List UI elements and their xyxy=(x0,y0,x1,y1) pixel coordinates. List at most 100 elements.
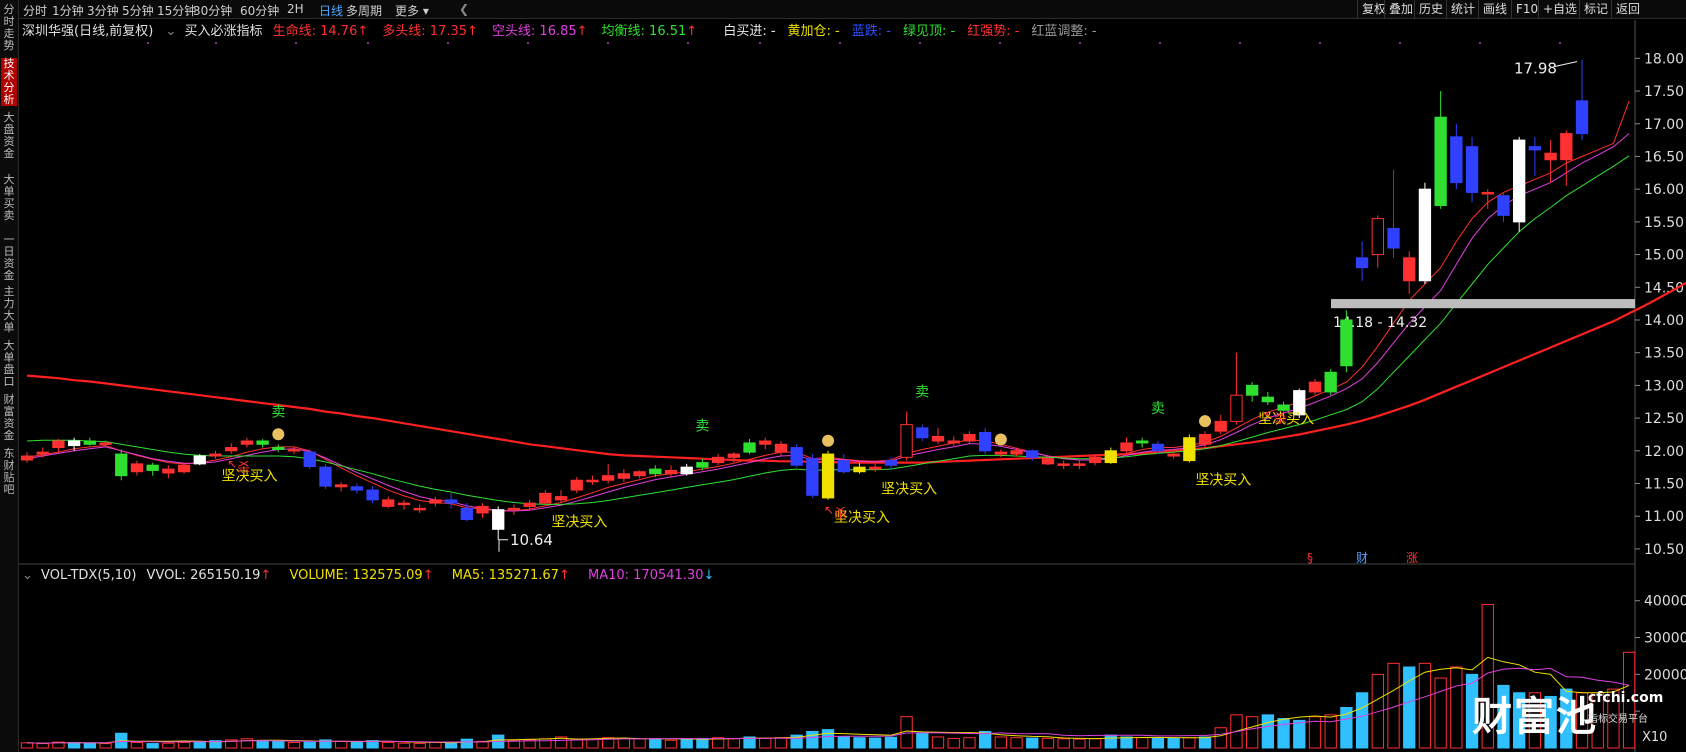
buy-signal-label: 坚决买入 xyxy=(881,482,937,498)
volume-bar xyxy=(1355,692,1369,749)
candle-body xyxy=(1230,394,1243,422)
y-tick-label: 15.50 xyxy=(1644,215,1684,231)
candle-body xyxy=(1261,396,1275,403)
kill-arrow-icon: ↖ xyxy=(1264,408,1274,422)
candle-body xyxy=(1245,384,1259,396)
y-tick-label: 17.50 xyxy=(1644,84,1684,100)
candle-body xyxy=(1308,381,1322,393)
marker-dot xyxy=(759,42,761,44)
volume-bar xyxy=(853,737,866,749)
volume-bar xyxy=(994,736,1007,749)
sell-signal-label: 卖 xyxy=(271,404,285,420)
volume-unit: X10 xyxy=(1642,730,1668,745)
min-pointer xyxy=(498,539,508,552)
marker-dot xyxy=(999,42,1001,44)
candle-body xyxy=(162,468,175,474)
candlestick-chart: 10.50 11.00 11.50 12.00 12.50 13.00 13.50 14.00… xyxy=(19,20,1686,752)
candle-body xyxy=(1104,450,1117,464)
min-price-label: 10.64 xyxy=(510,531,553,549)
volume-bar xyxy=(193,740,206,749)
sell-signal-label: 卖 xyxy=(1151,401,1165,417)
y-tick-label: 12.50 xyxy=(1644,411,1684,427)
volume-value: VOLUME: 132575.09 xyxy=(289,568,423,583)
stock-title: 深圳华强(日线,前复权) xyxy=(22,24,154,39)
support-zone-band xyxy=(1331,299,1635,309)
candle-body xyxy=(1528,146,1542,151)
candle-body xyxy=(994,451,1007,455)
marker-dot xyxy=(1239,42,1241,44)
volume-bar xyxy=(1104,734,1117,749)
volume-bar xyxy=(539,738,552,749)
volume-bar xyxy=(382,741,395,749)
volume-bar xyxy=(1151,737,1165,749)
y-tick-label: 16.00 xyxy=(1644,182,1684,198)
volume-bar xyxy=(20,742,34,749)
marker-dot xyxy=(527,42,529,44)
money-bag-icon xyxy=(1199,415,1212,428)
down-arrow-icon: ↓ xyxy=(703,568,715,583)
event-mark: § xyxy=(1307,551,1313,565)
marker-dot xyxy=(215,42,217,44)
candle-body xyxy=(67,440,81,447)
y-tick-label: 11.00 xyxy=(1644,509,1684,525)
y-tick-label: 16.50 xyxy=(1644,149,1684,165)
max-price-label: 17.98 xyxy=(1514,60,1557,78)
volume-header: ⌄ VOL-TDX(5,10) VVOL: 265150.19↑ VOLUME:… xyxy=(22,568,714,583)
candle-body xyxy=(476,505,489,514)
kill-signal-label: 杀 xyxy=(1274,412,1287,427)
volume-bar xyxy=(1261,714,1275,749)
candle-body xyxy=(319,466,332,487)
volume-settings-icon[interactable]: ⌄ xyxy=(22,568,33,583)
up-arrow-icon: ↑ xyxy=(576,24,588,39)
volume-bar xyxy=(36,743,49,749)
candle-body xyxy=(1167,453,1180,457)
volume-bar xyxy=(177,741,191,749)
candle-body xyxy=(931,435,945,442)
up-arrow-icon: ↑ xyxy=(260,568,272,583)
volume-bar xyxy=(1026,737,1039,749)
marker-dot xyxy=(367,42,369,44)
volume-bar xyxy=(947,737,960,749)
volume-bar xyxy=(130,741,144,749)
indicator-settings-icon[interactable]: ⌄ xyxy=(165,24,176,39)
candle-body xyxy=(978,431,992,452)
candle-body xyxy=(429,499,442,504)
volume-bar xyxy=(837,736,850,749)
candle-body xyxy=(366,489,379,501)
volume-bar xyxy=(287,741,301,749)
volume-bar xyxy=(1167,737,1180,749)
candle-body xyxy=(1513,139,1526,223)
up-arrow-icon: ↑ xyxy=(467,24,478,39)
candle-body xyxy=(727,453,740,458)
indicator-line-2: 空头线: 16.85 xyxy=(491,24,577,39)
candle-body xyxy=(83,440,96,445)
candle-body xyxy=(649,468,662,475)
ma10-value: MA10: 170541.30 xyxy=(588,568,704,583)
candle-body xyxy=(507,507,521,511)
marker-dot xyxy=(687,42,689,44)
candle-body xyxy=(617,473,631,479)
candle-body xyxy=(177,464,191,473)
volume-bar xyxy=(916,732,929,749)
money-bag-icon xyxy=(994,433,1007,446)
candle-body xyxy=(1575,100,1589,135)
candle-body xyxy=(272,447,285,450)
candle-body xyxy=(99,442,112,445)
volume-bar xyxy=(1010,737,1023,749)
candle-body xyxy=(350,486,364,491)
kill-signal-label: 杀 xyxy=(834,507,847,522)
volume-bar xyxy=(586,739,599,749)
candle-body xyxy=(900,424,913,458)
vol-tick-label: 30000 xyxy=(1644,631,1686,647)
signal-legend-3: 绿见顶: - xyxy=(902,24,956,39)
marker-dot xyxy=(1559,42,1561,44)
candle-body xyxy=(1497,195,1510,216)
volume-bar xyxy=(633,738,646,749)
candle-body xyxy=(1465,146,1479,193)
candle-body xyxy=(36,451,49,455)
candle-body xyxy=(774,443,788,453)
indicator-name[interactable]: 买入必涨指标 xyxy=(184,24,262,39)
candle-body xyxy=(963,433,976,442)
vvol-value: VVOL: 265150.19 xyxy=(146,568,261,583)
marker-dot xyxy=(1159,42,1161,44)
